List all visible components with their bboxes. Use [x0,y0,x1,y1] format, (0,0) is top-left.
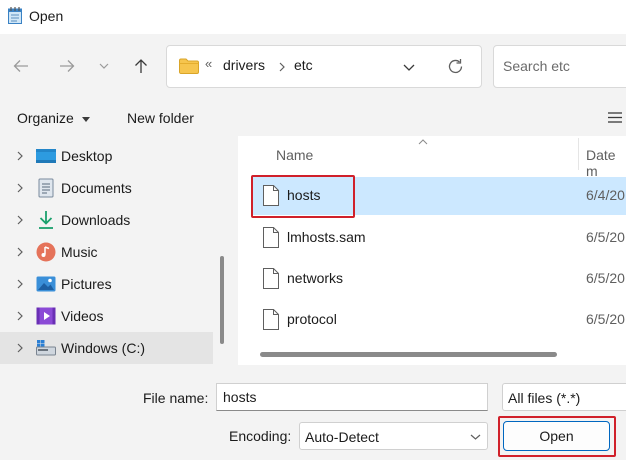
arrow-up-icon [135,59,147,73]
nav-label: Music [61,244,98,260]
chevron-right-icon[interactable] [14,214,26,226]
nav-item-pictures[interactable]: Pictures [0,268,213,300]
pictures-icon [36,276,56,292]
caret-down-icon [81,116,90,122]
file-row-lmhosts-sam[interactable]: lmhosts.sam 6/5/20 [251,219,626,257]
file-type-dropdown[interactable]: All files (*.*) [502,383,626,411]
file-row-networks[interactable]: networks 6/5/20 [251,260,626,298]
music-icon [36,242,56,262]
recent-locations-button[interactable] [92,53,116,79]
chevron-down-icon[interactable] [403,64,415,71]
new-folder-button[interactable]: New folder [127,110,194,126]
file-date: 6/4/20 [586,187,625,203]
address-segment-etc[interactable]: etc [294,57,313,73]
file-date: 6/5/20 [586,270,625,286]
file-row-protocol[interactable]: protocol 6/5/20 [251,301,626,339]
address-bar[interactable]: « drivers etc [166,45,482,88]
encoding-dropdown[interactable]: Auto-Detect [299,422,488,450]
chevron-right-icon[interactable] [14,310,26,322]
highlight-box [498,416,616,457]
nav-item-music[interactable]: Music [0,236,213,268]
documents-icon [38,178,54,198]
search-input[interactable]: Search etc [503,58,570,74]
folder-icon [179,58,199,74]
chevron-right-icon[interactable] [14,278,26,290]
sort-ascending-icon [418,139,428,145]
chevron-right-icon[interactable] [14,182,26,194]
file-type-value: All files (*.*) [508,390,581,406]
file-name: lmhosts.sam [287,229,366,245]
encoding-label: Encoding: [229,428,292,444]
view-menu-icon[interactable] [608,112,622,123]
title-bar [0,0,626,34]
column-header-name[interactable]: Name [276,147,313,163]
file-date: 6/5/20 [586,229,625,245]
up-button[interactable] [128,53,154,79]
highlight-box [251,175,355,218]
chevron-down-icon [99,63,109,69]
file-date: 6/5/20 [586,311,625,327]
file-name: networks [287,270,344,286]
nav-item-windows-c[interactable]: Windows (C:) [0,332,213,364]
file-icon [263,309,279,330]
window-title: Open [29,8,64,24]
chevron-right-icon[interactable] [14,150,26,162]
back-button[interactable] [8,53,34,79]
chevron-right-icon [279,62,285,72]
search-box[interactable]: Search etc [493,45,626,88]
file-name: protocol [287,311,337,327]
nav-item-documents[interactable]: Documents [0,172,213,204]
horizontal-scrollbar[interactable] [260,352,557,357]
filename-field[interactable] [216,383,488,411]
arrow-left-icon [13,60,28,72]
organize-label: Organize [17,110,74,126]
nav-label: Desktop [61,148,113,164]
file-icon [263,227,279,248]
organize-button[interactable]: Organize [17,110,90,126]
drive-icon [36,340,56,356]
nav-item-desktop[interactable]: Desktop [0,140,213,172]
chevron-right-icon[interactable] [14,246,26,258]
refresh-icon[interactable] [447,58,464,75]
column-header-date[interactable]: Date m [586,147,626,179]
nav-label: Downloads [61,212,131,228]
navigation-pane: Desktop Documents Downloads Music Pictur… [0,136,238,365]
notepad-icon [8,7,22,24]
address-segment-drivers[interactable]: drivers [223,57,265,73]
download-icon [39,211,53,229]
nav-item-downloads[interactable]: Downloads [0,204,213,236]
nav-item-videos[interactable]: Videos [0,300,213,332]
chevron-right-icon[interactable] [14,342,26,354]
forward-button[interactable] [54,53,80,79]
arrow-right-icon [60,60,75,72]
nav-label: Windows (C:) [61,340,146,356]
command-bar [0,100,626,136]
file-icon [263,268,279,289]
filename-label: File name: [143,390,209,406]
nav-scrollbar[interactable] [220,256,224,344]
nav-label: Documents [61,180,132,196]
encoding-value: Auto-Detect [305,429,379,445]
videos-icon [36,307,56,325]
chevron-down-icon [470,434,481,440]
column-divider[interactable] [578,138,579,170]
desktop-icon [36,149,56,163]
nav-label: Pictures [61,276,112,292]
nav-label: Videos [61,308,104,324]
address-overflow-icon[interactable]: « [205,56,212,71]
